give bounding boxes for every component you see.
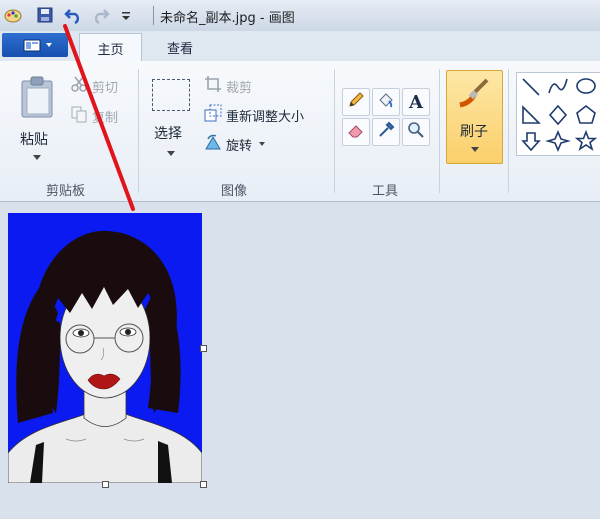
red-annotation-line: [63, 24, 135, 211]
